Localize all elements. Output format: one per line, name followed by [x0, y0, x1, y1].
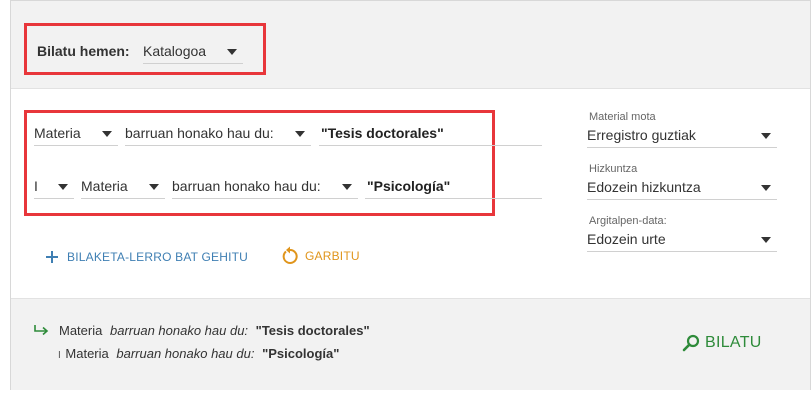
row2-field-select[interactable]: Materia: [81, 175, 165, 199]
material-type-select[interactable]: Erregistro guztiak: [587, 124, 777, 148]
language-value: Edozein hizkuntza: [587, 179, 701, 195]
row2-value-text: "Psicología": [367, 178, 451, 194]
search-icon: [682, 334, 700, 352]
chevron-down-icon: [761, 133, 771, 139]
scope-label: Bilatu hemen:: [37, 43, 130, 59]
summary1-operator: barruan honako hau du:: [109, 323, 249, 338]
search-label: BILATU: [705, 334, 762, 351]
row2-boolean-value: I: [34, 178, 38, 194]
row2-boolean-select[interactable]: I: [34, 175, 74, 199]
clear-button[interactable]: GARBITU: [281, 246, 360, 266]
plus-icon: [46, 251, 58, 263]
chevron-down-icon: [149, 184, 159, 190]
add-row-button[interactable]: BILAKETA-LERRO BAT GEHITU: [45, 248, 248, 266]
summary2-operator: barruan honako hau du:: [116, 346, 255, 361]
chevron-down-icon: [342, 184, 352, 190]
reset-icon: [282, 246, 298, 264]
summary2-prefix: I: [58, 350, 61, 361]
pub-date-value: Edozein urte: [587, 231, 666, 247]
row1-value-text: "Tesis doctorales": [321, 125, 444, 141]
material-type-label: Material mota: [589, 111, 656, 123]
pub-date-select[interactable]: Edozein urte: [587, 228, 777, 252]
material-type-value: Erregistro guztiak: [587, 127, 696, 143]
summary-line-1: Materia barruan honako hau du: "Tesis do…: [59, 323, 370, 338]
row1-operator-value: barruan honako hau du:: [125, 125, 274, 141]
row1-value-input[interactable]: "Tesis doctorales": [319, 122, 542, 146]
chevron-down-icon: [58, 184, 68, 190]
search-button[interactable]: BILATU: [682, 332, 762, 354]
arrow-right-icon: [34, 325, 49, 336]
language-label: Hizkuntza: [589, 163, 638, 175]
language-select[interactable]: Edozein hizkuntza: [587, 176, 777, 200]
row1-field-value: Materia: [34, 125, 81, 141]
chevron-down-icon: [295, 131, 305, 137]
chevron-down-icon: [761, 237, 771, 243]
pub-date-label: Argitalpen-data:: [589, 215, 667, 227]
scope-value: Katalogoa: [143, 43, 207, 59]
row2-field-value: Materia: [81, 178, 128, 194]
row2-operator-value: barruan honako hau du:: [172, 178, 321, 194]
scope-select[interactable]: Katalogoa: [143, 40, 243, 64]
summary2-value: "Psicología": [262, 346, 340, 361]
summary2-field: Materia: [65, 346, 109, 361]
row1-operator-select[interactable]: barruan honako hau du:: [125, 122, 311, 146]
summary1-value: "Tesis doctorales": [255, 323, 370, 338]
chevron-down-icon: [761, 185, 771, 191]
chevron-down-icon: [102, 131, 112, 137]
summary1-field: Materia: [59, 323, 103, 338]
clear-label: GARBITU: [305, 249, 360, 263]
row2-value-input[interactable]: "Psicología": [365, 175, 542, 199]
row1-field-select[interactable]: Materia: [34, 122, 118, 146]
chevron-down-icon: [227, 49, 237, 55]
row2-operator-select[interactable]: barruan honako hau du:: [172, 175, 358, 199]
add-row-label: BILAKETA-LERRO BAT GEHITU: [67, 250, 249, 264]
summary-line-2: I Materia barruan honako hau du: "Psicol…: [58, 346, 339, 361]
